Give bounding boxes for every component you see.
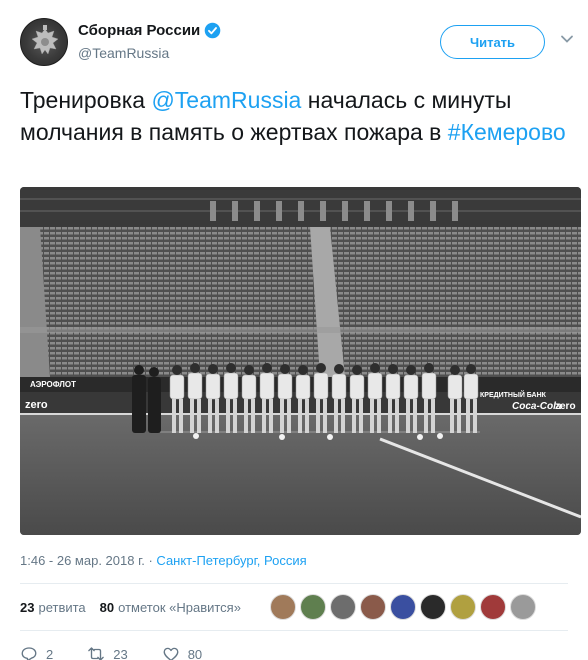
mention-link[interactable]: @TeamRussia [151, 87, 301, 113]
ad-banner-text: zero [25, 399, 48, 411]
retweets-count: 23 [20, 599, 35, 615]
retweets-label: ретвита [38, 599, 86, 615]
like-button[interactable]: 80 [162, 645, 202, 660]
liker-avatar[interactable] [330, 594, 356, 620]
verified-badge-icon [204, 22, 221, 39]
ad-banner-text: КРЕДИТНЫЙ БАНК [480, 390, 547, 399]
tweet-meta: 1:46 - 26 мар. 2018 г. · Санкт-Петербург… [20, 553, 307, 568]
follow-button[interactable]: Читать [440, 25, 545, 59]
tweet-text-part: Тренировка [20, 87, 152, 113]
liker-avatar[interactable] [510, 594, 536, 620]
liker-avatar[interactable] [420, 594, 446, 620]
tweet-header: Сборная России @TeamRussia Читать [20, 18, 573, 70]
likes-stat[interactable]: 80 отметок «Нравится» [100, 600, 241, 615]
liker-avatar[interactable] [480, 594, 506, 620]
tweet-photo[interactable]: zero АЭРОФЛОТ КРЕДИТНЫЙ БАНК Coca-Cola z… [20, 187, 581, 535]
like-count: 80 [187, 646, 203, 660]
tweet-actions: 2 23 80 [20, 644, 236, 660]
coat-of-arms-icon [31, 25, 59, 55]
liker-avatar[interactable] [270, 594, 296, 620]
avatar[interactable] [20, 18, 68, 66]
likers-avatars [270, 594, 540, 620]
liker-avatar[interactable] [300, 594, 326, 620]
chevron-down-icon[interactable] [560, 32, 574, 46]
divider [20, 630, 568, 631]
name-block: Сборная России @TeamRussia [78, 22, 221, 61]
divider [20, 583, 568, 584]
retweet-icon [88, 647, 105, 660]
liker-avatar[interactable] [390, 594, 416, 620]
ad-banner-text: АЭРОФЛОТ [30, 380, 76, 389]
tweet-stats: 23 ретвита 80 отметок «Нравится» [20, 596, 255, 618]
likes-count: 80 [99, 599, 115, 615]
liker-avatar[interactable] [360, 594, 386, 620]
location-link[interactable]: Санкт-Петербург, Россия [156, 553, 306, 568]
reply-count: 2 [46, 646, 54, 660]
retweet-count: 23 [113, 646, 128, 660]
retweets-stat[interactable]: 23 ретвита [20, 600, 86, 615]
liker-avatar[interactable] [450, 594, 476, 620]
stadium-photo: zero АЭРОФЛОТ КРЕДИТНЫЙ БАНК Coca-Cola z… [20, 187, 581, 535]
likes-label: отметок «Нравится» [118, 599, 241, 615]
display-name[interactable]: Сборная России [78, 22, 200, 39]
hashtag-link[interactable]: #Кемерово [448, 119, 566, 145]
retweet-button[interactable]: 23 [87, 645, 128, 660]
reply-icon [21, 647, 37, 660]
tweet-text: Тренировка @TeamRussia началась с минуты… [20, 84, 570, 148]
handle[interactable]: @TeamRussia [78, 45, 221, 61]
timestamp[interactable]: 1:46 - 26 мар. 2018 г. · [20, 553, 156, 568]
heart-icon [163, 647, 179, 660]
reply-button[interactable]: 2 [20, 645, 53, 660]
ad-banner-text: zero [555, 401, 576, 412]
